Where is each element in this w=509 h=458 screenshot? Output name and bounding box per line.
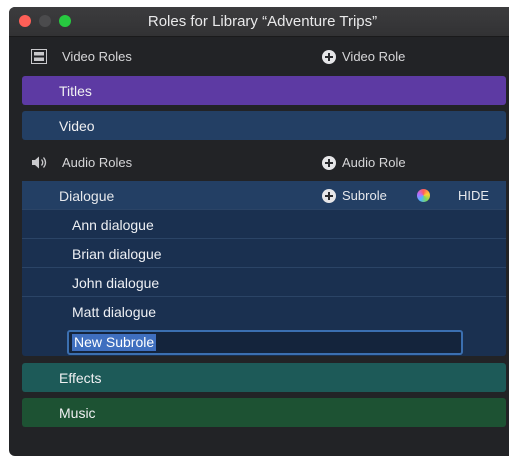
role-video[interactable]: Video — [22, 111, 506, 140]
roles-window: Roles for Library “Adventure Trips” Vide… — [9, 7, 509, 456]
subrole-john[interactable]: John dialogue — [22, 267, 506, 297]
subrole-label: John dialogue — [72, 275, 160, 291]
role-titles-label: Titles — [59, 83, 92, 99]
add-circle-icon — [322, 188, 336, 203]
audio-roles-header: Audio Roles Audio Role — [9, 150, 509, 176]
subrole-ann[interactable]: Ann dialogue — [22, 209, 506, 239]
add-video-role-label: Video Role — [342, 49, 406, 64]
add-audio-role-label: Audio Role — [342, 155, 406, 170]
subrole-label: Matt dialogue — [72, 304, 157, 320]
role-dialogue-label: Dialogue — [59, 188, 115, 204]
audio-roles-label: Audio Roles — [62, 155, 133, 170]
film-strip-icon — [31, 49, 47, 67]
role-music[interactable]: Music — [22, 398, 506, 427]
subrole-matt[interactable]: Matt dialogue — [22, 296, 506, 326]
window-title: Roles for Library “Adventure Trips” — [147, 13, 378, 30]
speaker-icon — [31, 155, 49, 173]
role-color-swatch[interactable] — [417, 189, 430, 202]
add-subrole-button[interactable]: Subrole — [322, 188, 387, 203]
role-music-label: Music — [59, 405, 96, 421]
add-circle-icon — [322, 155, 336, 170]
new-subrole-field[interactable]: New Subrole — [67, 330, 463, 355]
subrole-label: Ann dialogue — [72, 217, 154, 233]
role-dialogue[interactable]: Dialogue Subrole HIDE — [22, 181, 506, 209]
add-video-role-button[interactable]: Video Role — [322, 49, 405, 64]
new-subrole-selected-text[interactable]: New Subrole — [72, 334, 157, 351]
role-dialogue-group: Dialogue Subrole HIDE Ann dialogue Brian… — [22, 181, 506, 356]
add-circle-icon — [322, 49, 336, 64]
role-titles[interactable]: Titles — [22, 76, 506, 105]
hide-subroles-button[interactable]: HIDE — [458, 188, 489, 203]
subrole-brian[interactable]: Brian dialogue — [22, 238, 506, 268]
role-effects[interactable]: Effects — [22, 363, 506, 392]
role-video-label: Video — [59, 118, 95, 134]
title-bar: Roles for Library “Adventure Trips” — [9, 7, 509, 37]
video-roles-header: Video Roles Video Role — [9, 44, 509, 70]
role-effects-label: Effects — [59, 370, 102, 386]
add-subrole-label: Subrole — [342, 188, 387, 203]
add-audio-role-button[interactable]: Audio Role — [322, 155, 406, 170]
video-roles-label: Video Roles — [62, 49, 132, 64]
subrole-label: Brian dialogue — [72, 246, 162, 262]
